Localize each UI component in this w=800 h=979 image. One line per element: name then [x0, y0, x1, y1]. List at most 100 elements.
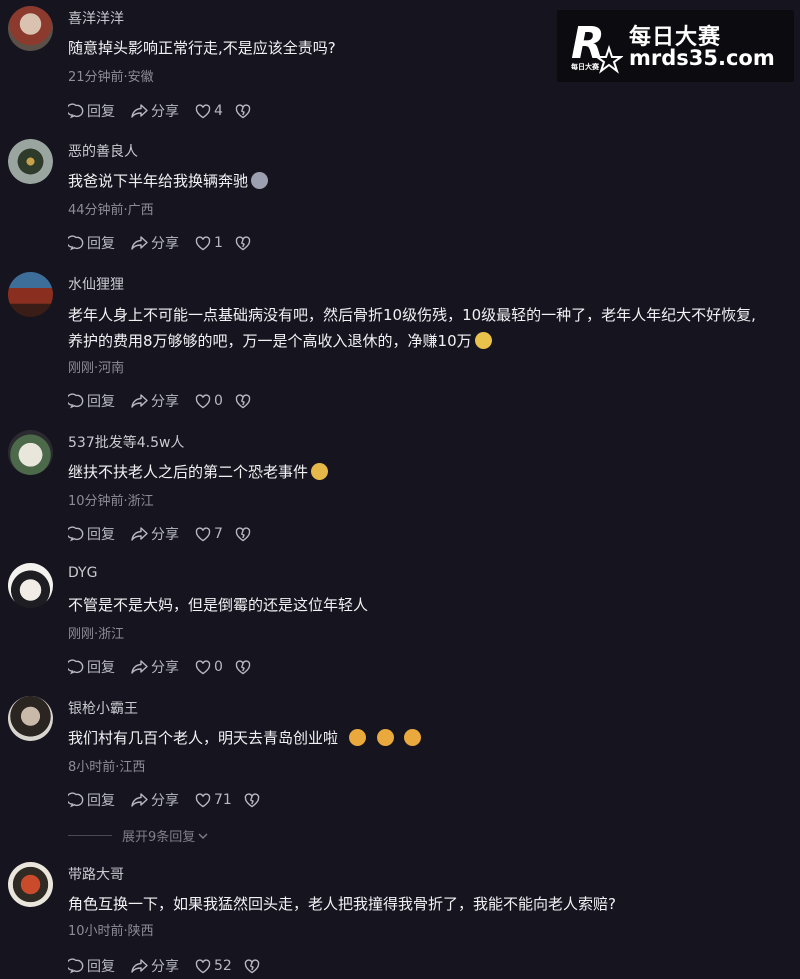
share-button[interactable]: 分享 — [131, 524, 179, 544]
like-button[interactable]: 71 — [195, 792, 232, 808]
broken-heart-icon — [235, 659, 251, 674]
comment-text: 角色互换一下，如果我猛然回头走，老人把我撞得我骨折了，我能不能向老人索赔? — [68, 895, 616, 913]
comment-text: 继扶不扶老人之后的第二个恐老事件 — [68, 459, 329, 485]
comment-username[interactable]: 537批发等4.5w人 — [68, 432, 184, 452]
reply-button[interactable]: 回复 — [68, 233, 115, 253]
reply-button[interactable]: 回复 — [68, 101, 115, 121]
avatar[interactable] — [8, 272, 53, 317]
share-icon — [131, 660, 148, 674]
like-button[interactable]: 0 — [195, 393, 223, 409]
avatar[interactable] — [8, 696, 53, 741]
comment-username[interactable]: 喜洋洋洋 — [68, 8, 124, 28]
reply-button[interactable]: 回复 — [68, 790, 115, 810]
heart-icon — [195, 659, 211, 674]
like-button[interactable]: 7 — [195, 526, 223, 542]
comment-actions: 回复 分享 4 — [68, 101, 270, 121]
comment-meta: 21分钟前·安徽 — [68, 70, 154, 85]
comment-username[interactable]: DYG — [68, 565, 97, 581]
comment-meta: 44分钟前·广西 — [68, 203, 154, 218]
dislike-button[interactable] — [235, 235, 254, 251]
comment-username[interactable]: 银枪小霸王 — [68, 698, 138, 718]
heart-icon — [195, 958, 211, 973]
dislike-button[interactable] — [244, 958, 263, 974]
share-button[interactable]: 分享 — [131, 657, 179, 677]
broken-heart-icon — [235, 235, 251, 250]
avatar[interactable] — [8, 862, 53, 907]
heart-icon — [195, 235, 211, 250]
reply-icon — [68, 526, 84, 542]
reply-button[interactable]: 回复 — [68, 524, 115, 544]
watermark-badge: R 每日大赛 每日大赛 mrds35.com — [557, 10, 794, 82]
avatar[interactable] — [8, 563, 53, 608]
dislike-button[interactable] — [235, 659, 254, 675]
comment-username[interactable]: 带路大哥 — [68, 864, 124, 884]
comment-text: 随意掉头影响正常行走,不是应该全责吗? — [68, 39, 336, 57]
like-count: 0 — [214, 393, 223, 409]
dislike-button[interactable] — [235, 103, 254, 119]
avatar[interactable] — [8, 139, 53, 184]
share-icon — [131, 527, 148, 541]
comment-text: 我爸说下半年给我换辆奔驰 — [68, 168, 269, 194]
reply-icon — [68, 393, 84, 409]
comment-meta: 10分钟前·浙江 — [68, 494, 154, 509]
share-icon — [131, 394, 148, 408]
like-button[interactable]: 52 — [195, 958, 232, 974]
like-count: 71 — [214, 792, 232, 808]
reply-button[interactable]: 回复 — [68, 956, 115, 976]
broken-heart-icon — [244, 792, 260, 807]
comment-text: 我们村有几百个老人，明天去青岛创业啦 — [68, 725, 422, 751]
comment-meta: 刚刚·河南 — [68, 361, 125, 376]
reply-icon — [68, 235, 84, 251]
comment-meta: 8小时前·江西 — [68, 760, 146, 775]
share-icon — [131, 959, 148, 973]
heart-eyes-emoji-icon — [348, 729, 366, 746]
emoji-icon — [311, 463, 329, 480]
like-count: 7 — [214, 526, 223, 542]
heart-eyes-emoji-icon — [376, 729, 394, 746]
brand-logo-small-text: 每日大赛 — [571, 63, 599, 71]
comment-actions: 回复 分享 71 — [68, 790, 279, 810]
share-button[interactable]: 分享 — [131, 101, 179, 121]
heart-icon — [195, 103, 211, 118]
share-icon — [131, 236, 148, 250]
comment-text: 不管是不是大妈，但是倒霉的还是这位年轻人 — [68, 596, 369, 614]
comment-actions: 回复 分享 0 — [68, 391, 270, 411]
comment-actions: 回复 分享 1 — [68, 233, 270, 253]
comment-meta: 刚刚·浙江 — [68, 627, 125, 642]
reply-icon — [68, 103, 84, 119]
dislike-button[interactable] — [235, 526, 254, 542]
broken-heart-icon — [235, 393, 251, 408]
broken-heart-icon — [244, 958, 260, 973]
comment-username[interactable]: 水仙狸狸 — [68, 274, 124, 294]
dislike-button[interactable] — [244, 792, 263, 808]
comment-actions: 回复 分享 52 — [68, 956, 279, 976]
heart-icon — [195, 792, 211, 807]
avatar[interactable] — [8, 6, 53, 51]
expand-replies-button[interactable]: 展开9条回复 — [68, 826, 209, 845]
reply-button[interactable]: 回复 — [68, 657, 115, 677]
like-count: 52 — [214, 958, 232, 974]
like-button[interactable]: 4 — [195, 103, 223, 119]
share-button[interactable]: 分享 — [131, 233, 179, 253]
reply-icon — [68, 659, 84, 675]
avatar[interactable] — [8, 430, 53, 475]
like-button[interactable]: 1 — [195, 235, 223, 251]
broken-heart-icon — [235, 103, 251, 118]
heart-icon — [195, 393, 211, 408]
reply-button[interactable]: 回复 — [68, 391, 115, 411]
share-button[interactable]: 分享 — [131, 790, 179, 810]
emoji-icon — [474, 332, 492, 349]
chevron-down-icon — [198, 833, 208, 839]
comment-text: 老年人身上不可能一点基础病没有吧，然后骨折10级伤残，10级最轻的一种了，老年人… — [68, 306, 756, 350]
comment-actions: 回复 分享 7 — [68, 524, 270, 544]
cat-emoji-icon — [251, 172, 269, 189]
heart-eyes-emoji-icon — [404, 729, 422, 746]
like-count: 4 — [214, 103, 223, 119]
like-button[interactable]: 0 — [195, 659, 223, 675]
share-button[interactable]: 分享 — [131, 391, 179, 411]
like-count: 0 — [214, 659, 223, 675]
dislike-button[interactable] — [235, 393, 254, 409]
share-button[interactable]: 分享 — [131, 956, 179, 976]
comment-username[interactable]: 恶的善良人 — [68, 141, 138, 161]
reply-icon — [68, 792, 84, 808]
